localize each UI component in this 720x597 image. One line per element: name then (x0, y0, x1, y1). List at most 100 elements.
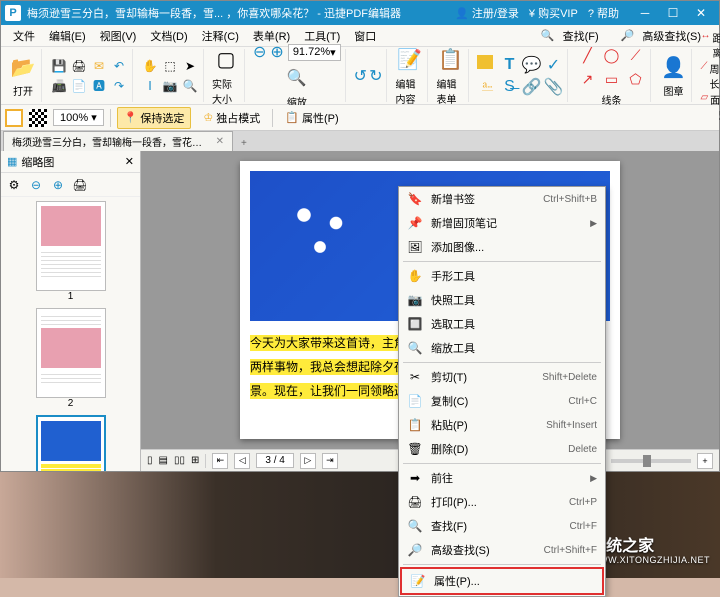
sidebar-title: 缩略图 (21, 154, 54, 170)
page-nav-button[interactable] (5, 109, 23, 127)
ctx-delete[interactable]: 🗑 删除(D) Delete (399, 437, 605, 461)
print-icon[interactable]: 🖨 (70, 57, 88, 75)
rotate-left-icon[interactable]: ↺ (354, 66, 367, 86)
hand-tool-icon[interactable]: ✋ (141, 57, 159, 75)
menu-view[interactable]: 视图(V) (94, 26, 143, 46)
underline-icon[interactable]: ⎁ (477, 77, 497, 97)
actual-size-button[interactable]: ▢ 实际大小 (212, 46, 240, 106)
layout-single-icon[interactable]: ▯ (147, 455, 153, 466)
tab-add-button[interactable]: + (233, 136, 255, 151)
select-tool-icon[interactable]: ⬚ (161, 57, 179, 75)
sb-print-icon[interactable]: 🖨 (71, 176, 89, 194)
thumbnail-1[interactable]: 1 (5, 201, 136, 302)
zoom-slider[interactable] (611, 459, 691, 463)
menu-comment[interactable]: 注释(C) (196, 26, 245, 46)
menu-file[interactable]: 文件 (7, 26, 41, 46)
convert-icon[interactable]: 📄 (70, 77, 88, 95)
rotate-right-icon[interactable]: ↻ (369, 66, 382, 86)
scan-icon[interactable]: 📠 (50, 77, 68, 95)
menu-document[interactable]: 文档(D) (144, 26, 193, 46)
minimize-button[interactable]: ─ (631, 1, 659, 25)
redo-icon[interactable]: ↷ (110, 77, 128, 95)
ctx-select-tool[interactable]: 🔲 选取工具 (399, 312, 605, 336)
last-page-button[interactable]: ⇥ (322, 453, 338, 469)
perimeter-button[interactable]: ⟋周长 (700, 61, 720, 91)
ctx-snapshot-tool[interactable]: 📷 快照工具 (399, 288, 605, 312)
ctx-properties[interactable]: 📝 属性(P)... (402, 569, 602, 593)
link-icon[interactable]: 🔗 (521, 77, 541, 97)
text-tool-icon[interactable]: T (499, 55, 519, 75)
ctx-find[interactable]: 🔍 查找(F) Ctrl+F (399, 514, 605, 538)
arrow-icon[interactable]: ↗ (576, 68, 598, 90)
prev-page-button[interactable]: ◁ (234, 453, 250, 469)
edit-content-button[interactable]: 📝 编辑内容 (395, 46, 423, 106)
first-page-button[interactable]: ⇤ (212, 453, 228, 469)
ctx-goto[interactable]: ➡ 前往 ▶ (399, 466, 605, 490)
ctx-new-bookmark[interactable]: 🔖 新增书签 Ctrl+Shift+B (399, 187, 605, 211)
save-icon[interactable]: 💾 (50, 57, 68, 75)
stamp-button[interactable]: 👤 图章 (659, 53, 687, 98)
ctx-zoom-tool[interactable]: 🔍 缩放工具 (399, 336, 605, 360)
ctx-adv-find[interactable]: 🔎 高级查找(S) Ctrl+Shift+F (399, 538, 605, 562)
sb-options-icon[interactable]: ⚙ (5, 176, 23, 194)
edit-form-button[interactable]: 📋 编辑表单 (436, 46, 464, 106)
layout-cont-icon[interactable]: ▤ (159, 455, 168, 466)
layout-facing-icon[interactable]: ▯▯ (174, 455, 185, 466)
opacity-input[interactable]: 100% ▾ (53, 109, 104, 126)
document-tab[interactable]: 梅须逊雪三分白，雪却输梅一段香，雪花和梅花，你... ✕ (3, 131, 233, 151)
hand-icon: ✋ (407, 268, 423, 284)
open-button[interactable]: 📂 打开 (9, 53, 37, 98)
tab-title: 梅须逊雪三分白，雪却输梅一段香，雪花和梅花，你... (12, 134, 212, 149)
menu-window[interactable]: 窗口 (348, 26, 382, 46)
oval-icon[interactable]: ◯ (600, 44, 622, 66)
sidebar-close-icon[interactable]: ✕ (125, 155, 134, 168)
ctx-print[interactable]: 🖨 打印(P)... Ctrl+P (399, 490, 605, 514)
thumbnail-3[interactable]: 3 (5, 415, 136, 471)
buy-vip-link[interactable]: ¥ 购买VIP (529, 5, 578, 21)
thumbnail-2[interactable]: 2 (5, 308, 136, 409)
mail-icon[interactable]: ✉ (90, 57, 108, 75)
zoom-tool-icon[interactable]: 🔍 (181, 77, 199, 95)
rect-icon[interactable]: ▭ (600, 68, 622, 90)
highlight-icon[interactable] (477, 55, 493, 69)
menu-edit[interactable]: 编辑(E) (43, 26, 92, 46)
strikeout-icon[interactable]: S̶ (499, 77, 519, 97)
page-indicator[interactable]: 3 / 4 (256, 453, 293, 468)
zoom-input[interactable]: 91.72% ▾ (288, 44, 341, 61)
undo-icon[interactable]: ↶ (110, 57, 128, 75)
stamp-icon[interactable]: ✓ (543, 55, 563, 75)
attach-icon[interactable]: 📎 (543, 77, 563, 97)
pointer-tool-icon[interactable]: ➤ (181, 57, 199, 75)
next-page-button[interactable]: ▷ (300, 453, 316, 469)
text-select-icon[interactable]: Ⅰ (141, 77, 159, 95)
tab-close-icon[interactable]: ✕ (216, 136, 224, 147)
polygon-icon[interactable]: ⬠ (624, 68, 646, 90)
ctx-paste[interactable]: 📋 粘贴(P) Shift+Insert (399, 413, 605, 437)
zoom-in-status-button[interactable]: + (697, 453, 713, 469)
keep-selected-toggle[interactable]: 📍 保持选定 (117, 107, 192, 129)
pattern-button[interactable] (29, 109, 47, 127)
distance-button[interactable]: ↔距离 (700, 30, 720, 60)
sb-zoomin-icon[interactable]: ⊕ (49, 176, 67, 194)
close-button[interactable]: ✕ (687, 1, 715, 25)
exclusive-mode-toggle[interactable]: ♔ 独占模式 (197, 108, 266, 128)
line-icon[interactable]: ╱ (576, 44, 598, 66)
properties-button[interactable]: 📋 属性(P) (279, 108, 344, 128)
layout-cont-facing-icon[interactable]: ⊞ (191, 455, 199, 466)
sb-zoomout-icon[interactable]: ⊖ (27, 176, 45, 194)
zoom-in-icon[interactable]: ⊕ (270, 42, 283, 62)
note-icon[interactable]: 💬 (521, 55, 541, 75)
maximize-button[interactable]: ☐ (659, 1, 687, 25)
zoom-out-icon[interactable]: ⊖ (253, 42, 266, 62)
snapshot-icon[interactable]: 📷 (161, 77, 179, 95)
help-link[interactable]: ? 帮助 (588, 5, 619, 21)
ctx-add-image[interactable]: 🖼 添加图像... (399, 235, 605, 259)
ctx-cut[interactable]: ✂ 剪切(T) Shift+Delete (399, 365, 605, 389)
ctx-hand-tool[interactable]: ✋ 手形工具 (399, 264, 605, 288)
register-link[interactable]: 👤 注册/登录 (455, 5, 519, 21)
zoom-button[interactable]: 🔍 缩放 (283, 64, 311, 109)
ocr-icon[interactable]: 🅰 (90, 77, 108, 95)
polyline-icon[interactable]: ⟋ (624, 44, 646, 66)
ctx-copy[interactable]: 📄 复制(C) Ctrl+C (399, 389, 605, 413)
ctx-new-sticky[interactable]: 📌 新增固顶笔记 ▶ (399, 211, 605, 235)
